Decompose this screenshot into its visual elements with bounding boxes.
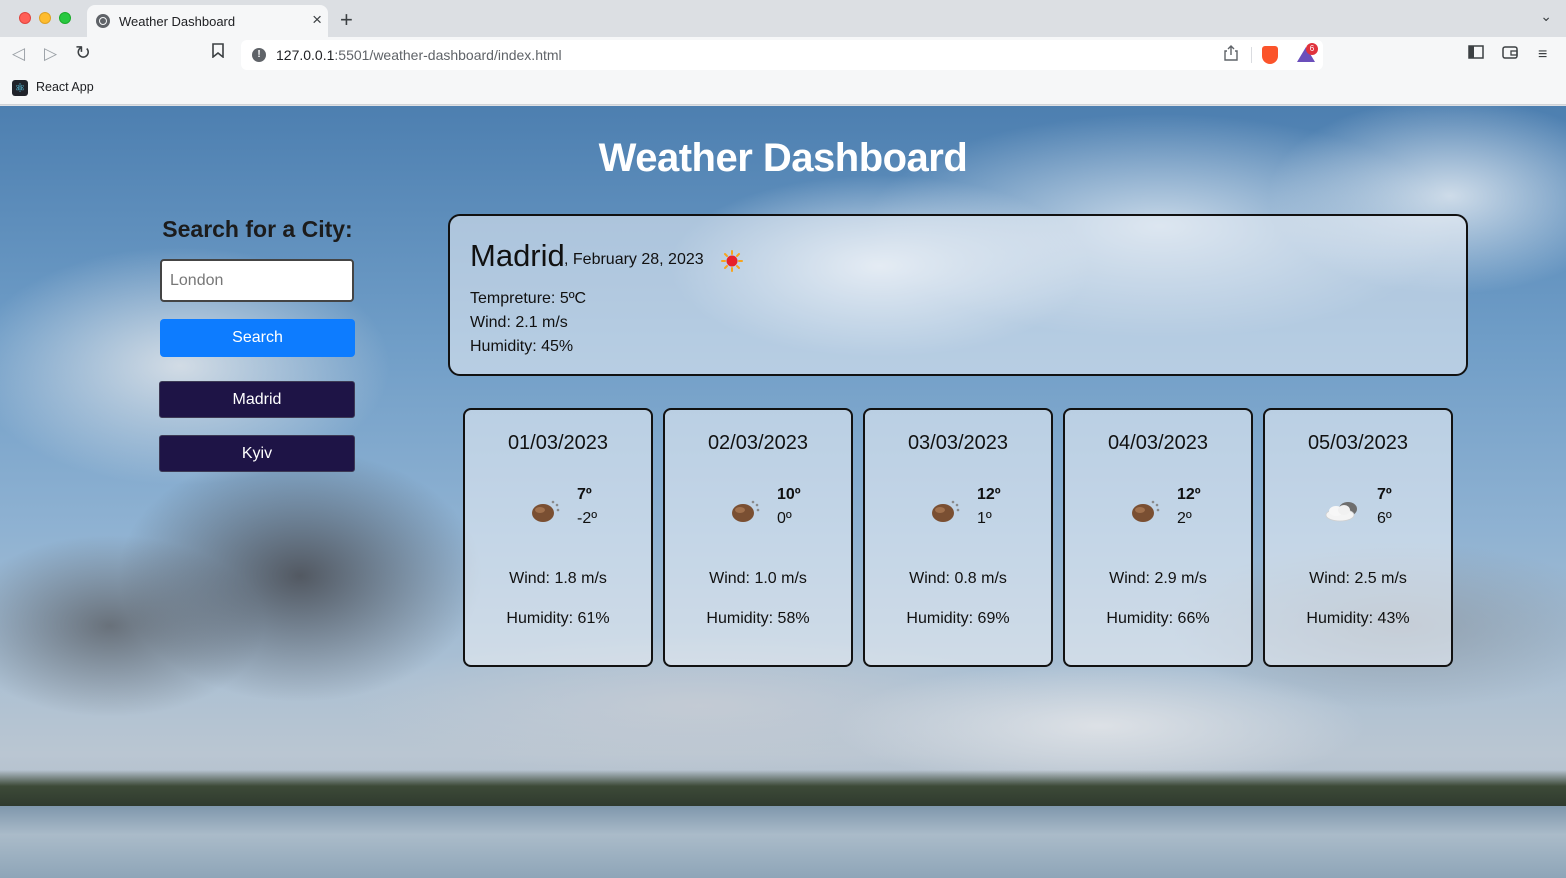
city-search-input[interactable] xyxy=(160,259,354,302)
forecast-high: 12º xyxy=(1177,486,1201,503)
current-humidity: Humidity: 45% xyxy=(470,338,574,355)
forecast-high: 10º xyxy=(777,486,801,503)
history-button-kyiv[interactable]: Kyiv xyxy=(159,435,355,472)
address-bar[interactable]: ! 127.0.0.1:5501/weather-dashboard/index… xyxy=(241,40,1323,70)
forecast-wind: Wind: 2.9 m/s xyxy=(1109,570,1207,587)
forecast-date: 02/03/2023 xyxy=(707,432,809,454)
new-tab-button[interactable]: + xyxy=(340,6,353,34)
forecast-humidity: Humidity: 69% xyxy=(906,610,1010,627)
partly-sunny-icon xyxy=(732,500,760,522)
forecast-card: 02/03/2023 10º 0º Wind: 1.0 m/s Humidity… xyxy=(663,408,853,667)
background-water xyxy=(0,806,1566,878)
react-icon: ⚛ xyxy=(12,80,28,96)
browser-tab-bar: Weather Dashboard × + ⌄ xyxy=(0,0,1566,37)
bookmarks-bar: ⚛ React App xyxy=(0,73,1566,105)
share-icon[interactable] xyxy=(1224,45,1238,65)
partly-sunny-icon xyxy=(1132,500,1160,522)
back-icon[interactable]: ◁ xyxy=(12,43,25,65)
page-title: Weather Dashboard xyxy=(598,136,968,180)
sun-icon xyxy=(721,250,743,272)
globe-icon xyxy=(96,14,110,28)
sidebar-icon[interactable] xyxy=(1468,45,1484,65)
current-temperature: Tempreture: 5ºC xyxy=(470,290,587,307)
forecast-wind: Wind: 0.8 m/s xyxy=(909,570,1007,587)
rewards-badge: 6 xyxy=(1306,43,1318,55)
forecast-humidity: Humidity: 66% xyxy=(1106,610,1210,627)
wallet-icon[interactable] xyxy=(1502,45,1518,65)
browser-toolbar: ◁ ▷ ↻ ! 127.0.0.1:5501/weather-dashboard… xyxy=(0,37,1566,73)
forecast-low: 6º xyxy=(1377,510,1392,527)
info-icon[interactable]: ! xyxy=(252,48,266,62)
partly-sunny-icon xyxy=(932,500,960,522)
close-window-button[interactable] xyxy=(19,12,31,24)
history-button-madrid[interactable]: Madrid xyxy=(159,381,355,418)
forecast-card: 05/03/2023 7º 6º Wind: 2.5 m/s Humidity:… xyxy=(1263,408,1453,667)
current-city: Madrid xyxy=(470,238,565,273)
forecast-card: 01/03/2023 7º -2º Wind: 1.8 m/s Humidity… xyxy=(463,408,653,667)
background-treeline xyxy=(0,770,1566,806)
forecast-high: 7º xyxy=(577,486,592,503)
forecast-wind: Wind: 1.0 m/s xyxy=(709,570,807,587)
forecast-humidity: Humidity: 58% xyxy=(706,610,810,627)
forecast-low: 0º xyxy=(777,510,792,527)
forecast-card: 04/03/2023 12º 2º Wind: 2.9 m/s Humidity… xyxy=(1063,408,1253,667)
forecast-low: -2º xyxy=(577,510,598,527)
bookmark-icon[interactable] xyxy=(212,43,224,65)
reload-icon[interactable]: ↻ xyxy=(75,43,91,65)
forecast-date: 01/03/2023 xyxy=(507,432,609,454)
divider xyxy=(1251,47,1252,63)
close-tab-icon[interactable]: × xyxy=(312,10,322,30)
forecast-wind: Wind: 2.5 m/s xyxy=(1309,570,1407,587)
page-background: Weather Dashboard Search for a City: Sea… xyxy=(0,106,1566,878)
forward-icon[interactable]: ▷ xyxy=(44,43,57,65)
search-heading: Search for a City: xyxy=(162,216,353,242)
forecast-high: 7º xyxy=(1377,486,1392,503)
current-wind: Wind: 2.1 m/s xyxy=(470,314,568,331)
minimize-window-button[interactable] xyxy=(39,12,51,24)
current-date: , February 28, 2023 xyxy=(564,251,704,268)
forecast-high: 12º xyxy=(977,486,1001,503)
menu-icon[interactable]: ≡ xyxy=(1538,45,1547,65)
forecast-low: 1º xyxy=(977,510,992,527)
forecast-card: 03/03/2023 12º 1º Wind: 0.8 m/s Humidity… xyxy=(863,408,1053,667)
brave-shield-icon[interactable] xyxy=(1262,46,1278,64)
chevron-down-icon[interactable]: ⌄ xyxy=(1540,8,1552,25)
url-text: 127.0.0.1:5501/weather-dashboard/index.h… xyxy=(276,47,562,63)
forecast-date: 03/03/2023 xyxy=(907,432,1009,454)
forecast-low: 2º xyxy=(1177,510,1192,527)
forecast-humidity: Humidity: 61% xyxy=(506,610,610,627)
current-weather-card: Madrid , February 28, 2023 Tempreture: 5… xyxy=(448,214,1468,376)
cloudy-icon xyxy=(1325,502,1357,522)
forecast-date: 04/03/2023 xyxy=(1107,432,1209,454)
browser-tab[interactable]: Weather Dashboard × xyxy=(87,5,328,37)
partly-sunny-icon xyxy=(532,500,560,522)
maximize-window-button[interactable] xyxy=(59,12,71,24)
bookmark-react-app[interactable]: React App xyxy=(36,80,94,94)
tab-title: Weather Dashboard xyxy=(119,14,236,29)
forecast-wind: Wind: 1.8 m/s xyxy=(509,570,607,587)
search-button[interactable]: Search xyxy=(160,319,355,357)
forecast-humidity: Humidity: 43% xyxy=(1306,610,1410,627)
forecast-date: 05/03/2023 xyxy=(1307,432,1409,454)
